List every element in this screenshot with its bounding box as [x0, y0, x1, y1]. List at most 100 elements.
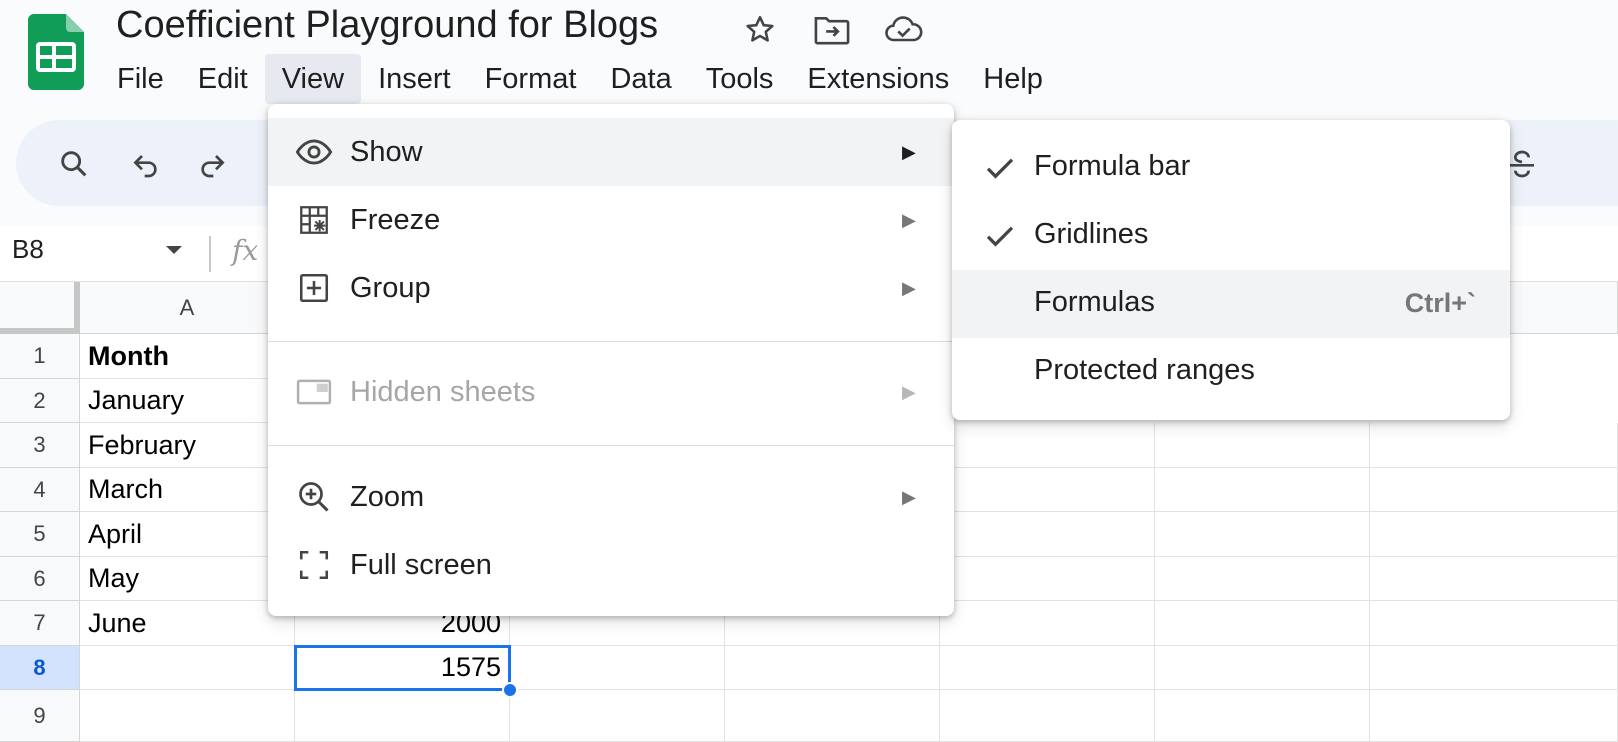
menu-insert[interactable]: Insert [361, 54, 468, 104]
empty-cell[interactable] [1370, 423, 1618, 468]
freeze-icon [294, 200, 334, 240]
checkmark-icon [986, 158, 1014, 179]
column-header-a[interactable]: A [80, 282, 295, 334]
empty-cell[interactable] [1370, 468, 1618, 512]
menu-tools[interactable]: Tools [689, 54, 791, 104]
cell-a5[interactable]: April [80, 512, 295, 557]
empty-cell[interactable] [940, 468, 1155, 512]
empty-cell[interactable] [1370, 646, 1618, 690]
cell-a6[interactable]: May [80, 557, 295, 601]
empty-cell[interactable] [940, 512, 1155, 557]
menubar: File Edit View Insert Format Data Tools … [100, 54, 1060, 104]
cell-a3[interactable]: February [80, 423, 295, 468]
hidden-sheets-icon [294, 372, 334, 412]
empty-cell[interactable] [1155, 690, 1370, 742]
submenu-item-label: Formula bar [1034, 150, 1191, 182]
submenu-item-gridlines[interactable]: Gridlines [952, 202, 1510, 270]
menu-edit[interactable]: Edit [181, 54, 265, 104]
caret-down-icon[interactable] [164, 244, 184, 256]
move-folder-icon[interactable] [810, 8, 854, 52]
row-header-7[interactable]: 7 [0, 601, 80, 646]
menu-item-label: Hidden sheets [350, 375, 536, 408]
cell-b9[interactable] [295, 690, 510, 742]
row-header-9[interactable]: 9 [0, 690, 80, 742]
menu-item-zoom[interactable]: Zoom ▶ [268, 463, 954, 531]
empty-cell[interactable] [1370, 601, 1618, 646]
fullscreen-icon [294, 545, 334, 585]
empty-cell[interactable] [1370, 690, 1618, 742]
row-header-6[interactable]: 6 [0, 557, 80, 601]
group-icon [294, 268, 334, 308]
submenu-arrow-icon: ▶ [902, 141, 916, 162]
cloud-saved-icon[interactable] [882, 8, 926, 52]
row-header-3[interactable]: 3 [0, 423, 80, 468]
menu-item-hidden-sheets[interactable]: Hidden sheets ▶ [268, 358, 954, 426]
menu-item-label: Freeze [350, 203, 441, 236]
submenu-item-formulas[interactable]: Formulas Ctrl+` [952, 270, 1510, 338]
cell-a1[interactable]: Month [80, 334, 295, 379]
cell-a4[interactable]: March [80, 468, 295, 512]
empty-cell[interactable] [1155, 646, 1370, 690]
submenu-item-label: Formulas [1034, 286, 1155, 318]
menu-item-group[interactable]: Group ▶ [268, 254, 954, 322]
undo-icon[interactable] [124, 142, 168, 186]
empty-cell[interactable] [725, 646, 940, 690]
empty-cell[interactable] [1370, 557, 1618, 601]
document-title[interactable]: Coefficient Playground for Blogs [116, 4, 658, 47]
submenu-item-protected-ranges[interactable]: Protected ranges [952, 338, 1510, 406]
row-header-5[interactable]: 5 [0, 512, 80, 557]
checkmark-icon [986, 226, 1014, 247]
cell-a7[interactable]: June [80, 601, 295, 646]
menu-item-freeze[interactable]: Freeze ▶ [268, 186, 954, 254]
submenu-arrow-icon: ▶ [902, 381, 916, 402]
menu-item-show[interactable]: Show ▶ [268, 118, 954, 186]
submenu-arrow-icon: ▶ [902, 209, 916, 230]
search-icon[interactable] [52, 142, 96, 186]
empty-cell[interactable] [940, 690, 1155, 742]
redo-icon[interactable] [190, 142, 234, 186]
menu-file[interactable]: File [100, 54, 181, 104]
menu-item-label: Show [350, 135, 423, 168]
star-icon[interactable] [738, 8, 782, 52]
view-menu-dropdown: Show ▶ Freeze ▶ Group ▶ Hidden sheets ▶ [268, 104, 954, 616]
empty-cell[interactable] [940, 557, 1155, 601]
menu-view[interactable]: View [264, 54, 362, 104]
zoom-icon [294, 477, 334, 517]
submenu-item-label: Gridlines [1034, 218, 1149, 250]
menu-item-label: Group [350, 271, 431, 304]
empty-cell[interactable] [1155, 601, 1370, 646]
cell-a8[interactable] [80, 646, 295, 690]
menu-item-label: Full screen [350, 548, 492, 581]
menu-help[interactable]: Help [966, 54, 1060, 104]
row-header-4[interactable]: 4 [0, 468, 80, 512]
cell-a2[interactable]: January [80, 379, 295, 423]
fill-handle[interactable] [502, 682, 518, 698]
select-all-corner[interactable] [0, 282, 80, 334]
cell-a9[interactable] [80, 690, 295, 742]
sheets-app: Coefficient Playground for Blogs File Ed… [0, 0, 1618, 742]
divider [209, 236, 211, 272]
empty-cell[interactable] [940, 423, 1155, 468]
empty-cell[interactable] [1155, 468, 1370, 512]
empty-cell[interactable] [1370, 512, 1618, 557]
row-header-8[interactable]: 8 [0, 646, 80, 690]
empty-cell[interactable] [1155, 512, 1370, 557]
menu-separator [268, 341, 954, 342]
menu-extensions[interactable]: Extensions [790, 54, 966, 104]
name-box[interactable]: B8 [12, 234, 44, 265]
empty-cell[interactable] [940, 601, 1155, 646]
menu-format[interactable]: Format [468, 54, 594, 104]
menu-item-full-screen[interactable]: Full screen [268, 531, 954, 599]
row-header-1[interactable]: 1 [0, 334, 80, 379]
eye-icon [294, 132, 334, 172]
menu-data[interactable]: Data [593, 54, 688, 104]
row-header-2[interactable]: 2 [0, 379, 80, 423]
sheets-logo-icon[interactable] [28, 14, 84, 90]
empty-cell[interactable] [510, 690, 725, 742]
empty-cell[interactable] [725, 690, 940, 742]
empty-cell[interactable] [940, 646, 1155, 690]
empty-cell[interactable] [1155, 423, 1370, 468]
submenu-item-formula-bar[interactable]: Formula bar [952, 134, 1510, 202]
empty-cell[interactable] [510, 646, 725, 690]
empty-cell[interactable] [1155, 557, 1370, 601]
